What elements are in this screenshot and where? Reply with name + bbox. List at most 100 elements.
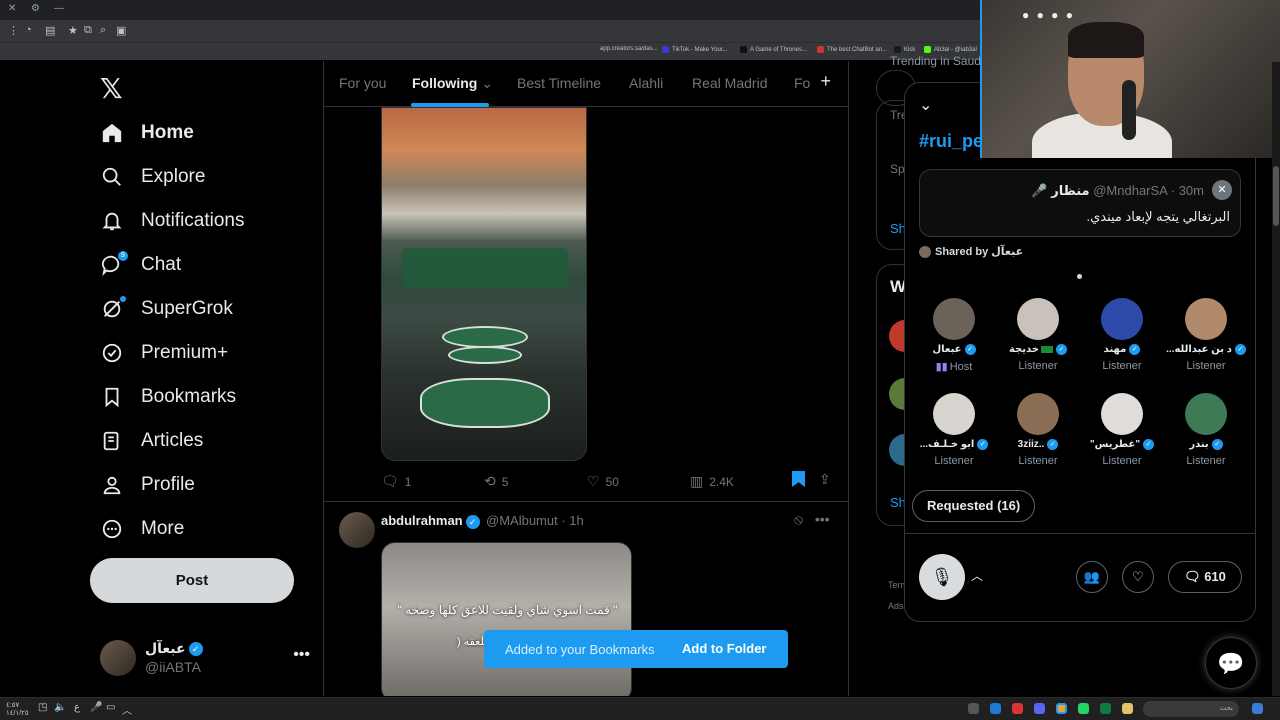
grok-icon[interactable]: ⦸ [794,511,803,527]
pinned-post[interactable]: ✕ 🎤 منظار @MndharSA · 30m البرتغالي يتجه… [919,169,1241,237]
speaker-card[interactable]: "غطريس" ✓ Listener [1082,393,1162,483]
spreadsheet-icon[interactable] [1100,703,1111,714]
more-dots-icon[interactable]: ••• [815,511,830,527]
settings-icon[interactable] [968,703,979,714]
nav-chat[interactable]: 9 Chat [100,250,181,280]
people-button[interactable]: 👥 [1076,561,1108,593]
speaker-card[interactable]: خديجة ✓ Listener [998,298,1078,388]
zoom-icon[interactable]: ⌕ [100,24,106,37]
volume-icon[interactable]: 🔈 [54,702,66,713]
mic-button[interactable]: 🎙 [919,554,965,600]
extension-icon[interactable]: ▣ [116,24,126,37]
nav-label: Premium+ [141,342,229,363]
nav-premium[interactable]: Premium+ [100,338,228,368]
bookmark-filled-icon[interactable] [792,471,805,487]
collapse-chevron-icon[interactable]: ⌄ [919,95,932,115]
views-button[interactable]: ▥ 2.4K [690,473,734,490]
network-icon[interactable]: ▭ [106,702,115,713]
nav-bookmarks[interactable]: Bookmarks [100,382,236,412]
space-controls: 🎙 ︿ 👥 ♡ 🗨 610 [905,533,1255,621]
mic-icon[interactable]: 🎤 [90,702,102,713]
bookmark-item[interactable]: The best ChatBot an... [817,46,887,53]
chat-icon: 9 [100,251,128,277]
pager-dot [1077,274,1082,279]
notification-icon[interactable]: ◳ [38,702,47,713]
repost-button[interactable]: ⟲ 5 [484,473,508,490]
star-icon[interactable]: ★ [68,24,78,37]
tab-best-timeline[interactable]: Best Timeline [517,75,601,91]
nav-profile[interactable]: Profile [100,470,195,500]
bookmark-toast: Added to your Bookmarks Add to Folder [484,630,788,668]
speaker-role: Listener [1102,455,1142,468]
comments-button[interactable]: 🗨 610 [1168,561,1242,593]
discord-icon[interactable] [1034,703,1045,714]
crest-shape [442,326,528,348]
edge-icon[interactable] [990,703,1001,714]
speaker-card[interactable]: 3ziiz.. ✓ Listener [998,393,1078,483]
tab-for-you[interactable]: For you [339,75,386,91]
footer-link[interactable]: Ads [888,601,904,611]
nav-more[interactable]: More [100,514,184,544]
post-button[interactable]: Post [90,558,294,603]
reply-button[interactable]: 🗨 1 [381,473,411,490]
author-name[interactable]: abdulrahman ✓ [381,513,480,529]
messages-fab[interactable]: 💬 [1205,637,1257,689]
bookmark-item[interactable]: Kick [894,46,915,53]
close-window-icon[interactable]: ✕ [8,3,16,14]
app-icon[interactable] [1012,703,1023,714]
language-icon[interactable]: ع [74,702,80,713]
tab-more[interactable]: Fo [794,75,810,91]
nav-explore[interactable]: Explore [100,162,205,192]
active-tab-indicator [411,103,489,107]
speaker-card[interactable]: ...ابو خـلـف ✓ Listener [914,393,994,483]
tab-alahli[interactable]: Alahli [629,75,663,91]
speaker-card[interactable]: ...د بن عبدالله ✓ Listener [1166,298,1246,388]
close-icon[interactable]: ✕ [1212,180,1232,200]
nav-supergrok[interactable]: SuperGrok [100,294,233,324]
verified-icon: ✓ [465,514,480,529]
folder-icon[interactable] [1122,703,1133,714]
scrollbar[interactable] [1272,62,1280,696]
bookmark-item[interactable]: app.creators.sa/das... [600,46,658,52]
speaker-role: Listener [1186,360,1226,373]
tab-real-madrid[interactable]: Real Madrid [692,75,767,91]
bookmark-item[interactable]: TikTok - Make Your... [662,46,727,53]
nav-home[interactable]: Home [100,118,194,148]
tweet-video[interactable]: " قمت اسوي شاي ولقيت للاعق كلها وصخه " م… [381,542,632,696]
apps-icon[interactable]: ▤ [45,24,55,37]
taskbar-search[interactable]: بحث [1143,701,1239,717]
whatsapp-icon[interactable] [1078,703,1089,714]
video-caption: ملعقه ( [456,636,490,648]
nav-notifications[interactable]: Notifications [100,206,245,236]
chevron-up-icon[interactable]: ︿ [971,567,983,584]
add-tab-icon[interactable]: + [820,71,831,92]
chat-icon: 💬 [1217,651,1245,676]
chevron-up-icon[interactable]: ︿ [122,702,132,717]
screenshot-icon[interactable]: ⧉ [84,24,92,37]
speaker-card[interactable]: بندر ✓ Listener [1166,393,1246,483]
nav-articles[interactable]: Articles [100,426,203,456]
minimize-icon[interactable]: — [54,3,64,14]
bookmark-item[interactable]: Ab3al - @iab3al [924,46,977,53]
x-logo-icon[interactable]: 𝕏 [100,72,123,105]
share-icon[interactable]: ⇪ [819,471,831,488]
bookmark-item[interactable]: A Game of Thrones... [740,46,807,53]
more-dots-icon[interactable]: ••• [293,646,310,664]
profile-icon[interactable]: ◔ [25,24,32,36]
chrome-icon[interactable] [1056,703,1067,714]
add-to-folder-button[interactable]: Add to Folder [682,641,767,656]
start-icon[interactable] [1252,703,1263,714]
menu-dots-icon[interactable]: ⋮ [8,24,19,37]
mic-icon: 🎤 [1031,183,1052,198]
scrollbar-thumb[interactable] [1273,166,1279,226]
account-switcher[interactable]: عبعآل ✓ @iiABTA ••• [100,638,310,678]
like-button[interactable]: ♡ 50 [587,473,619,490]
settings-icon[interactable]: ⚙ [31,3,40,14]
requested-button[interactable]: Requested (16) [912,490,1036,522]
tab-following[interactable]: Following ⌄ [412,75,493,92]
speaker-card[interactable]: مهند ✓ Listener [1082,298,1162,388]
avatar[interactable] [339,512,375,548]
react-button[interactable]: ♡ [1122,561,1154,593]
speaker-card[interactable]: عبعآل ✓ ▮▮ Host [914,298,994,388]
tweet-image[interactable] [381,107,587,461]
